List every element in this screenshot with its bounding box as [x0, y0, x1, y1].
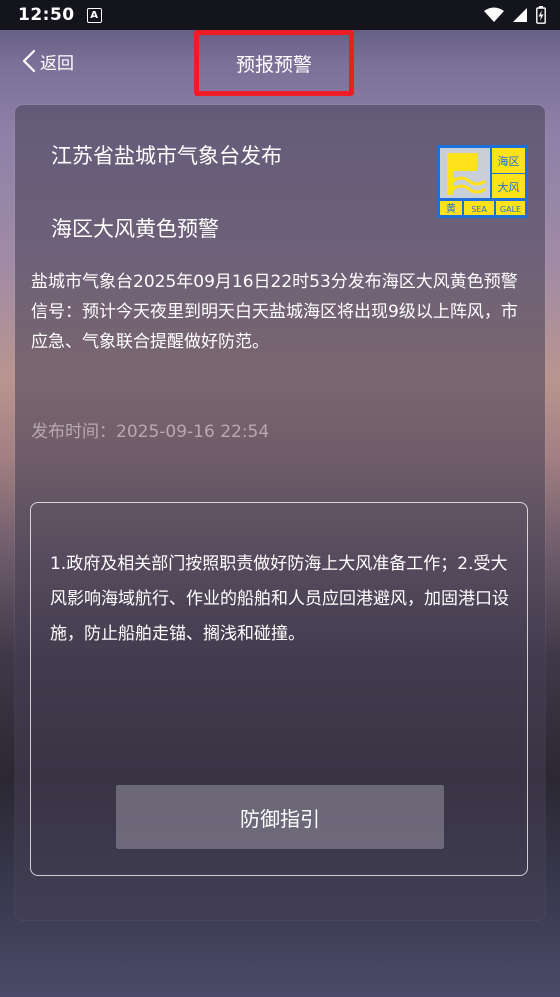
signal-icon: [513, 8, 527, 22]
status-time: 12:50: [18, 5, 75, 25]
battery-charging-icon: [536, 6, 546, 24]
back-button[interactable]: 返回: [22, 44, 74, 78]
icon-gale-text: 大风: [498, 180, 520, 194]
warning-body: 盐城市气象台2025年09月16日22时53分发布海区大风黄色预警信号：预计今天…: [31, 272, 518, 352]
wifi-icon: [484, 7, 504, 22]
nav-bar: 返回 预报预警: [0, 30, 560, 96]
defense-guide-button[interactable]: 防御指引: [116, 785, 444, 849]
status-bar: 12:50 A: [0, 0, 560, 30]
defense-guide-text: 1.政府及相关部门按照职责做好防海上大风准备工作；2.受大风影响海域航行、作业的…: [50, 554, 509, 644]
nav-title-highlight: 预报预警: [194, 30, 354, 96]
icon-sea-area-text: 海区: [498, 154, 520, 168]
sea-gale-yellow-warning-icon: 海区 大风 黄 SEA GALE: [437, 145, 528, 218]
warning-card: 江苏省盐城市气象台发布 海区大风黄色预警 海区 大风 黄 SEA GALE 盐城…: [15, 105, 545, 920]
icon-sea-text: SEA: [471, 205, 487, 214]
defense-guide-box: 1.政府及相关部门按照职责做好防海上大风准备工作；2.受大风影响海域航行、作业的…: [30, 502, 528, 876]
icon-gale-en-text: GALE: [500, 205, 521, 214]
notification-a-icon: A: [86, 7, 102, 23]
icon-level-text: 黄: [446, 202, 456, 215]
chevron-left-icon: [22, 49, 36, 73]
status-icons: [484, 6, 546, 24]
warning-issuer: 江苏省盐城市气象台发布: [51, 144, 282, 168]
page-title: 预报预警: [235, 53, 312, 76]
back-label: 返回: [40, 53, 74, 74]
defense-guide-button-label: 防御指引: [240, 806, 320, 831]
publish-time: 发布时间：2025-09-16 22:54: [31, 417, 269, 442]
publish-time-label: 发布时间：: [31, 422, 116, 442]
publish-time-value: 2025-09-16 22:54: [116, 422, 270, 442]
warning-name: 海区大风黄色预警: [51, 217, 219, 241]
